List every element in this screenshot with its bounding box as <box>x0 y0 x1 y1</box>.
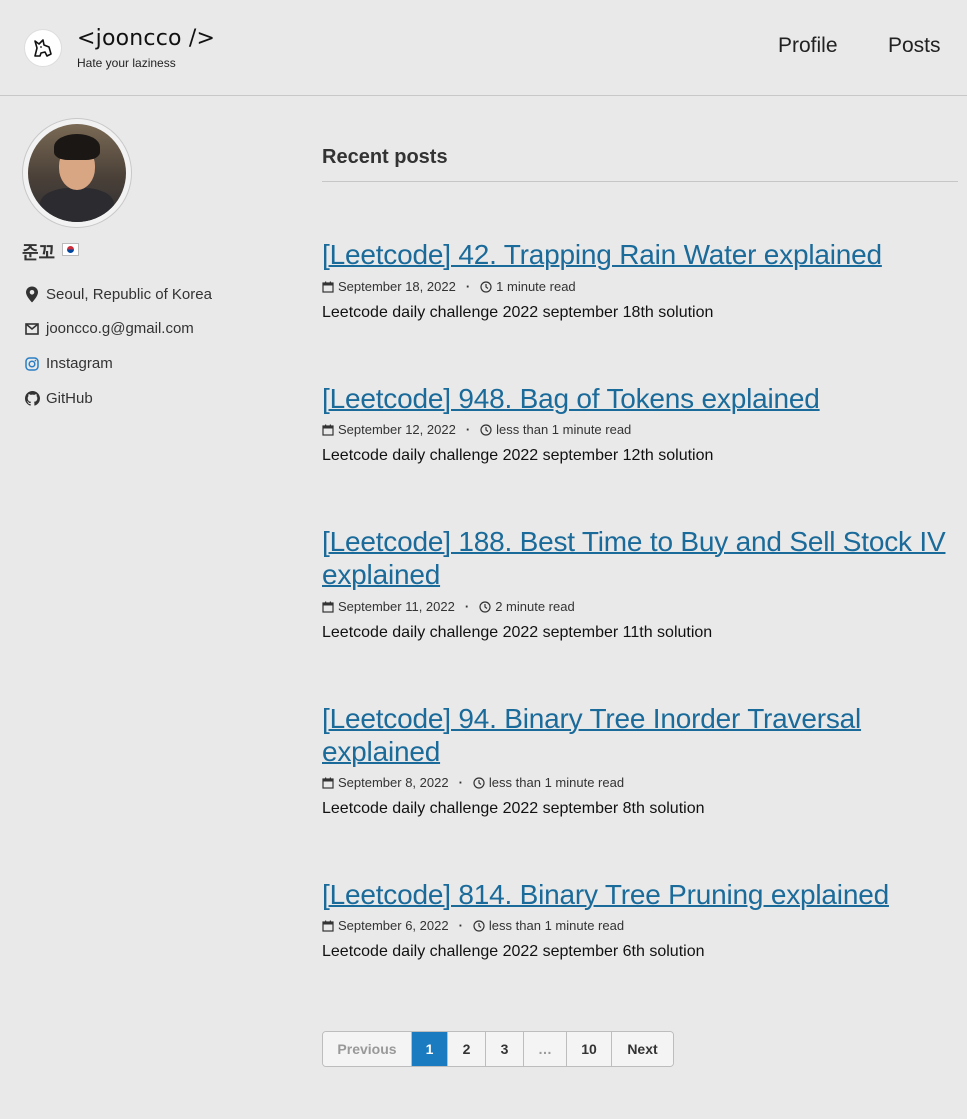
calendar-icon <box>322 281 334 293</box>
author-github[interactable]: GitHub <box>24 390 93 407</box>
clock-icon <box>480 280 492 293</box>
post-excerpt: Leetcode daily challenge 2022 september … <box>322 800 705 817</box>
pagination: Previous 1 2 3 … 10 Next <box>322 1031 674 1067</box>
post-meta: September 6, 2022 · less than 1 minute r… <box>322 918 624 933</box>
envelope-icon <box>24 321 40 337</box>
map-marker-icon <box>24 286 40 303</box>
masthead: <jooncco /> Hate your laziness Profile P… <box>0 0 967 96</box>
korea-flag-icon <box>62 243 79 256</box>
page-10-button[interactable]: 10 <box>567 1032 612 1066</box>
post-date: September 12, 2022 <box>338 422 456 437</box>
post-read-time: 2 minute read <box>495 599 575 614</box>
post-excerpt: Leetcode daily challenge 2022 september … <box>322 624 713 641</box>
next-page-button[interactable]: Next <box>612 1032 673 1066</box>
post-date: September 11, 2022 <box>338 599 455 614</box>
post-excerpt: Leetcode daily challenge 2022 september … <box>322 447 714 464</box>
post-read-time: less than 1 minute read <box>488 918 625 933</box>
author-instagram[interactable]: Instagram <box>24 355 113 372</box>
instagram-icon <box>24 356 40 372</box>
github-link[interactable]: GitHub <box>46 390 93 407</box>
post-meta: September 12, 2022 · less than 1 minute … <box>322 422 631 437</box>
calendar-icon <box>322 777 334 789</box>
post-title-link[interactable]: [Leetcode] 814. Binary Tree Pruning expl… <box>322 878 952 911</box>
page-3-button[interactable]: 3 <box>486 1032 524 1066</box>
clock-icon <box>479 600 491 613</box>
post-excerpt: Leetcode daily challenge 2022 september … <box>322 943 705 960</box>
post-meta: September 8, 2022 · less than 1 minute r… <box>322 775 624 790</box>
calendar-icon <box>322 920 334 932</box>
dog-icon <box>34 39 52 57</box>
clock-icon <box>473 919 485 932</box>
page-2-button[interactable]: 2 <box>448 1032 486 1066</box>
instagram-link[interactable]: Instagram <box>46 355 113 372</box>
author-email[interactable]: jooncco.g@gmail.com <box>24 320 194 337</box>
calendar-icon <box>322 424 334 436</box>
email-text[interactable]: jooncco.g@gmail.com <box>46 320 194 337</box>
clock-icon <box>480 423 492 436</box>
post-read-time: less than 1 minute read <box>496 422 632 437</box>
previous-page-button[interactable]: Previous <box>323 1032 412 1066</box>
site-logo[interactable] <box>24 29 62 67</box>
post-title-link[interactable]: [Leetcode] 188. Best Time to Buy and Sel… <box>322 525 952 591</box>
post-excerpt: Leetcode daily challenge 2022 september … <box>322 304 714 321</box>
github-icon <box>24 391 40 407</box>
post-meta: September 11, 2022 · 2 minute read <box>322 599 575 614</box>
post-date: September 6, 2022 <box>338 918 449 933</box>
post-read-time: 1 minute read <box>496 279 576 294</box>
calendar-icon <box>322 601 334 613</box>
post-meta: September 18, 2022 · 1 minute read <box>322 279 576 294</box>
author-location: Seoul, Republic of Korea <box>24 286 212 303</box>
post-date: September 8, 2022 <box>338 775 449 790</box>
page-ellipsis: … <box>524 1032 567 1066</box>
site-title[interactable]: <jooncco /> <box>77 26 215 51</box>
section-title: Recent posts <box>322 146 448 168</box>
nav-posts-link[interactable]: Posts <box>888 34 941 58</box>
clock-icon <box>473 776 485 789</box>
post-read-time: less than 1 minute read <box>488 775 625 790</box>
nav-profile-link[interactable]: Profile <box>778 34 838 58</box>
post-title-link[interactable]: [Leetcode] 42. Trapping Rain Water expla… <box>322 238 952 271</box>
post-date: September 18, 2022 <box>338 279 456 294</box>
post-title-link[interactable]: [Leetcode] 94. Binary Tree Inorder Trave… <box>322 702 952 768</box>
page-1-button[interactable]: 1 <box>412 1032 448 1066</box>
site-subtitle: Hate your laziness <box>77 56 176 70</box>
avatar <box>22 118 132 228</box>
location-text: Seoul, Republic of Korea <box>46 286 212 303</box>
post-title-link[interactable]: [Leetcode] 948. Bag of Tokens explained <box>322 382 952 415</box>
section-divider <box>322 181 958 182</box>
avatar-photo <box>28 124 126 222</box>
author-name: 준꼬 <box>22 243 56 264</box>
